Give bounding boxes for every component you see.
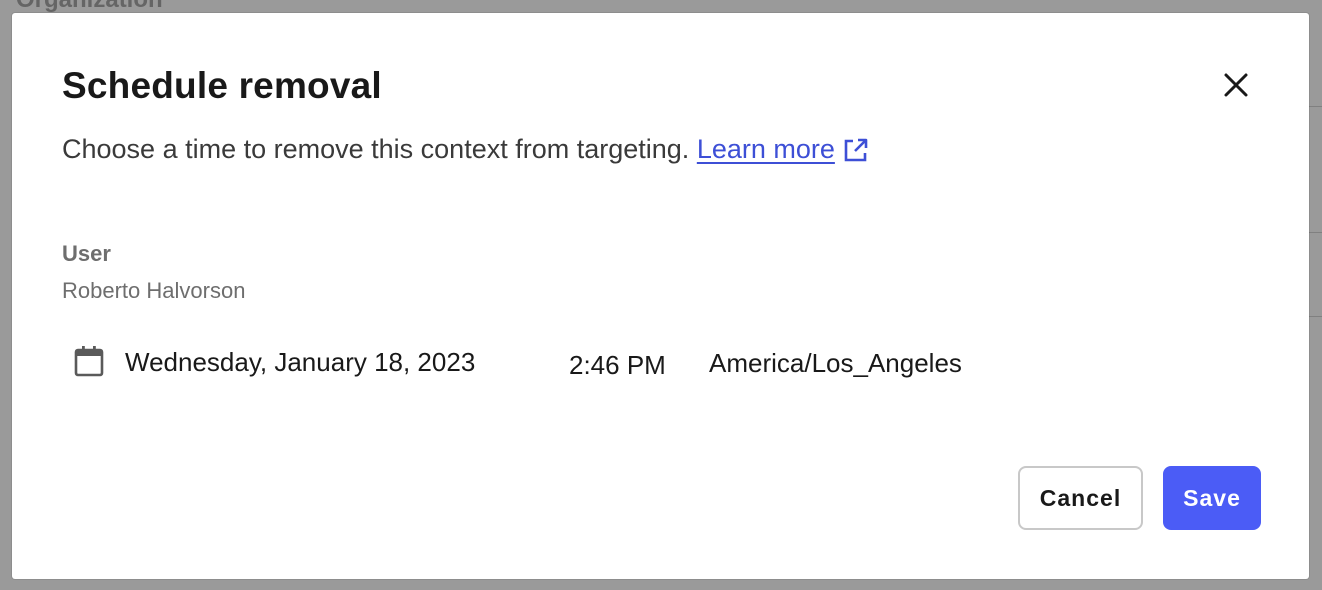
context-kind-label: User [62, 241, 111, 266]
dialog-title: Schedule removal [62, 65, 382, 106]
date-input[interactable] [125, 343, 515, 381]
timezone-label: America/Los_Angeles [709, 348, 962, 378]
save-button[interactable]: Save [1163, 466, 1261, 530]
close-icon [1223, 72, 1249, 98]
calendar-button[interactable] [72, 344, 106, 380]
background-divider [1308, 232, 1322, 233]
description-text: Choose a time to remove this context fro… [62, 134, 690, 164]
learn-more-label: Learn more [696, 134, 835, 164]
dialog-description: Choose a time to remove this context fro… [62, 131, 869, 172]
close-button[interactable] [1218, 67, 1254, 103]
time-input[interactable] [569, 346, 689, 384]
calendar-icon [72, 345, 106, 380]
context-name: Roberto Halvorson [62, 278, 246, 303]
background-divider [1308, 316, 1322, 317]
external-link-icon[interactable] [843, 136, 869, 172]
background-divider [1308, 106, 1322, 107]
learn-more-link[interactable]: Learn more [697, 134, 835, 164]
background-page-title: Organization [16, 0, 163, 14]
cancel-button[interactable]: Cancel [1018, 466, 1143, 530]
schedule-removal-dialog: Schedule removal Choose a time to remove… [12, 13, 1309, 579]
